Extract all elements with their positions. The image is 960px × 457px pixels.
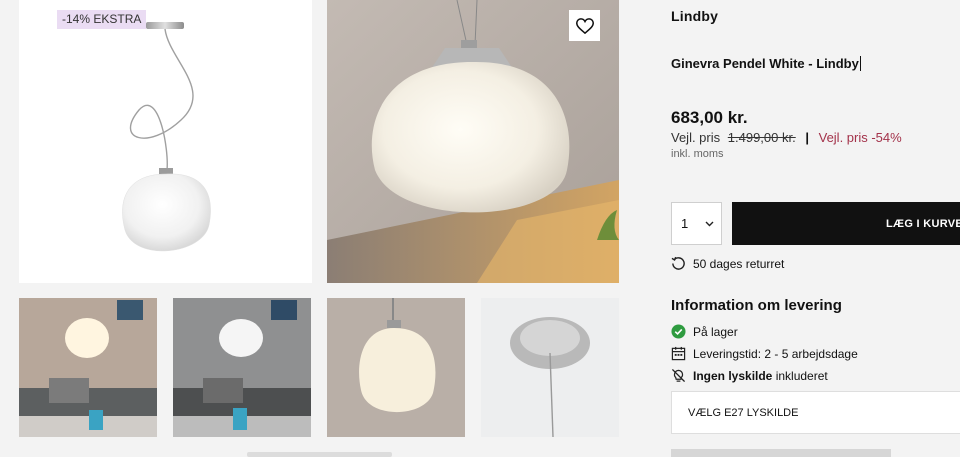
no-bulb-icon [671,368,686,383]
returns-info: 50 dages returret [671,256,784,271]
product-title-text: Ginevra Pendel White - Lindby [671,56,859,71]
bulb-info: Ingen lyskilde inkluderet [671,368,828,383]
lamp-closeup-image [327,0,619,283]
price-separator: | [805,130,809,145]
text-cursor [859,56,861,71]
rrp-discount: Vejl. pris -54% [818,130,902,145]
recommended-price-row: Vejl. pris 1.499,00 kr. | Vejl. pris -54… [671,130,902,145]
heart-outline-icon [575,17,594,34]
wishlist-button[interactable] [569,10,600,41]
return-arrow-icon [671,256,685,270]
quantity-value: 1 [681,216,689,231]
returns-text: 50 dages returret [693,256,785,271]
vat-note: inkl. moms [671,148,724,160]
chevron-down-icon [705,221,714,226]
calendar-icon [671,346,686,361]
product-title: Ginevra Pendel White - Lindby [671,56,861,71]
next-section-bar [671,449,891,457]
bulb-bold-text: Ingen lyskilde [693,368,773,383]
rrp-label: Vejl. pris [671,130,721,145]
thumbnail-1[interactable] [19,298,157,437]
delivery-title: Information om levering [671,297,842,314]
product-price: 683,00 kr. [671,108,748,127]
quantity-select[interactable]: 1 [671,202,722,245]
checkmark-circle-icon [671,324,686,339]
add-to-cart-button[interactable]: LÆG I KURVEN [732,202,960,245]
ceiling-canopy-thumb [481,298,619,437]
select-bulb-button[interactable]: VÆLG E27 LYSKILDE [671,391,960,434]
livingroom-warm-thumb [19,298,157,437]
lamp-closeup-thumb [327,298,465,437]
thumbnail-2[interactable] [173,298,311,437]
product-image-secondary[interactable] [327,0,619,283]
gallery-scrollbar[interactable] [247,452,392,457]
thumbnail-3[interactable] [327,298,465,437]
product-image-main[interactable]: -14% EKSTRA [19,0,312,283]
livingroom-grey-thumb [173,298,311,437]
pendant-lamp-image [122,22,211,252]
discount-badge: -14% EKSTRA [57,10,147,29]
bulb-rest-text: inkluderet [775,368,828,383]
rrp-old-price: 1.499,00 kr. [727,130,796,145]
delivery-time: Leveringstid: 2 - 5 arbejdsdage [671,346,858,361]
thumbnail-4[interactable] [481,298,619,437]
stock-text: På lager [693,324,738,339]
stock-status: På lager [671,324,738,339]
brand-logo[interactable]: Lindby [671,8,718,24]
delivery-time-text: Leveringstid: 2 - 5 arbejdsdage [693,346,858,361]
